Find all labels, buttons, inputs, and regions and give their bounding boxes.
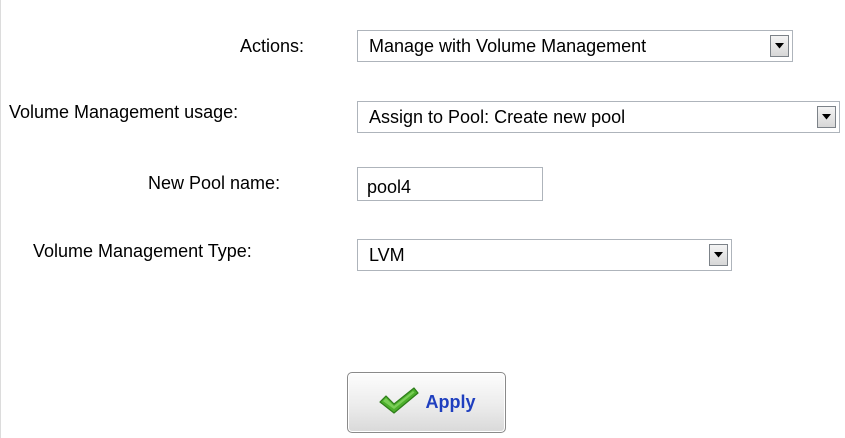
type-label: Volume Management Type: <box>33 241 252 261</box>
actions-select-value: Manage with Volume Management <box>369 35 647 56</box>
type-select-value: LVM <box>369 244 405 265</box>
type-select[interactable]: LVM <box>357 239 732 271</box>
chevron-down-icon[interactable] <box>709 244 728 266</box>
usage-select[interactable]: Assign to Pool: Create new pool <box>357 101 840 133</box>
pool-name-label: New Pool name: <box>148 173 281 193</box>
checkmark-icon <box>377 385 421 420</box>
usage-select-value: Assign to Pool: Create new pool <box>369 106 626 127</box>
pool-name-input[interactable] <box>357 167 543 201</box>
chevron-down-icon[interactable] <box>817 106 836 128</box>
chevron-down-icon[interactable] <box>770 35 789 57</box>
actions-select[interactable]: Manage with Volume Management <box>357 30 793 62</box>
actions-label: Actions: <box>240 36 305 56</box>
apply-button[interactable]: Apply <box>347 372 506 433</box>
volume-management-form: Actions: Manage with Volume Management V… <box>0 0 845 438</box>
apply-button-label: Apply <box>425 392 476 412</box>
usage-label: Volume Management usage: <box>9 102 239 122</box>
